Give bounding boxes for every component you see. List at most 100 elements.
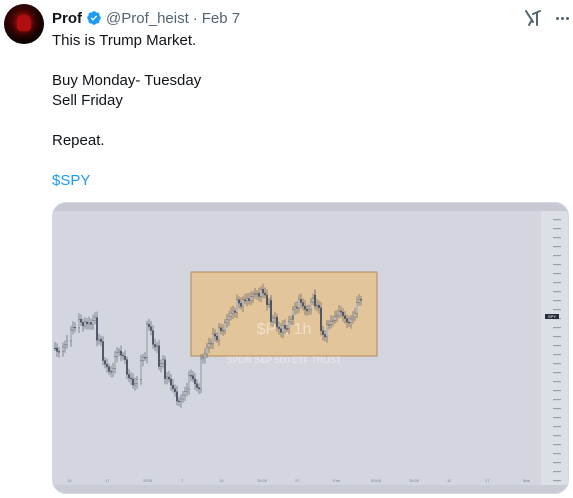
candle-body (234, 310, 236, 313)
candle-body (208, 343, 210, 348)
candle-body (218, 327, 220, 341)
candle-body (96, 317, 98, 341)
price-tick (553, 237, 561, 239)
candle-body (296, 306, 298, 309)
candle-body (160, 363, 162, 367)
tweet-date[interactable]: Feb 7 (202, 10, 240, 27)
candle-body (350, 318, 352, 323)
candle-body (262, 289, 264, 294)
candle-body (152, 330, 154, 345)
candle-body (122, 354, 124, 357)
candle-body (74, 326, 76, 329)
time-tick-label: 17 (485, 478, 490, 483)
candle-body (282, 325, 284, 333)
candle-body (346, 318, 348, 323)
price-tick (553, 300, 561, 302)
candle-body (294, 306, 296, 310)
candle-body (222, 329, 224, 332)
candle-body (290, 319, 292, 323)
candle-body (94, 317, 96, 321)
time-tick-label: 15:00 (409, 478, 420, 483)
candle-body (252, 293, 254, 298)
price-axis (541, 211, 568, 485)
candle-body (224, 322, 226, 331)
candle-body (170, 378, 172, 386)
more-icon[interactable] (552, 8, 572, 28)
candle-body (338, 310, 340, 316)
author-name[interactable]: Prof (52, 10, 82, 27)
time-tick-label: 13 (67, 478, 72, 483)
price-tick (553, 273, 561, 275)
time-axis-bg (53, 485, 568, 493)
avatar-image (17, 15, 31, 31)
candle-body (126, 359, 128, 375)
price-tick (553, 372, 561, 374)
candle-body (270, 300, 272, 322)
candle-body (330, 320, 332, 325)
avatar[interactable] (4, 4, 44, 44)
candle-body (232, 310, 234, 314)
candle-body (300, 299, 302, 303)
candle-body (238, 299, 240, 304)
candle-body (226, 319, 228, 323)
candle-body (336, 314, 338, 317)
candle-body (326, 324, 328, 338)
candle-body (140, 360, 142, 380)
candle-body (106, 364, 108, 368)
candle-body (314, 295, 316, 307)
price-tick (553, 363, 561, 365)
candle-body (352, 316, 354, 320)
price-tick (553, 354, 561, 356)
candle-body (354, 312, 356, 318)
candle-body (174, 388, 176, 392)
candle-body (188, 375, 190, 390)
candle-body (164, 359, 166, 379)
candle-body (250, 296, 252, 301)
candle-body (108, 366, 110, 372)
price-tick (553, 426, 561, 428)
candle-body (134, 383, 136, 386)
candle-body (184, 391, 186, 396)
candle-body (310, 301, 312, 310)
candle-body (258, 293, 260, 297)
candle-body (236, 299, 238, 313)
candle-body (206, 346, 208, 355)
candle-body (342, 311, 344, 317)
candle-body (332, 320, 334, 322)
author-handle[interactable]: @Prof_heist (106, 10, 189, 27)
candle-body (266, 294, 268, 305)
cashtag-link[interactable]: $SPY (52, 171, 90, 191)
candle-body (92, 320, 94, 325)
candle-body (280, 328, 282, 333)
candle-body (200, 358, 202, 390)
candle-body (324, 334, 326, 338)
candle-body (214, 333, 216, 337)
candle-body (114, 356, 116, 369)
candle-body (316, 304, 318, 307)
candle-body (248, 298, 250, 301)
candle-body (116, 352, 118, 357)
price-tick (553, 417, 561, 419)
candle-body (136, 379, 138, 384)
candle-body (260, 289, 262, 297)
candle-body (120, 350, 122, 356)
candle-body (284, 325, 286, 329)
price-tick (553, 282, 561, 284)
candle-body (334, 316, 336, 321)
tweet-header: Prof @Prof_heist · Feb 7 (52, 8, 240, 28)
candle-body (66, 340, 68, 345)
candle-body (254, 293, 256, 295)
candle-body (244, 299, 246, 302)
price-tick (553, 444, 561, 446)
price-tick (553, 408, 561, 410)
candle-body (192, 375, 194, 380)
candle-body (344, 315, 346, 319)
tweet-media-chart[interactable]: $PY, 1h SPDR S&P 500 ETF TRUST SPY 13 17 2… (52, 202, 569, 494)
price-axis-bg (541, 211, 568, 485)
price-tick (553, 309, 561, 311)
candle-body (54, 347, 56, 350)
candle-body (264, 292, 266, 296)
grok-icon[interactable] (523, 8, 543, 28)
candle-body (130, 377, 132, 380)
candle-body (328, 324, 330, 326)
